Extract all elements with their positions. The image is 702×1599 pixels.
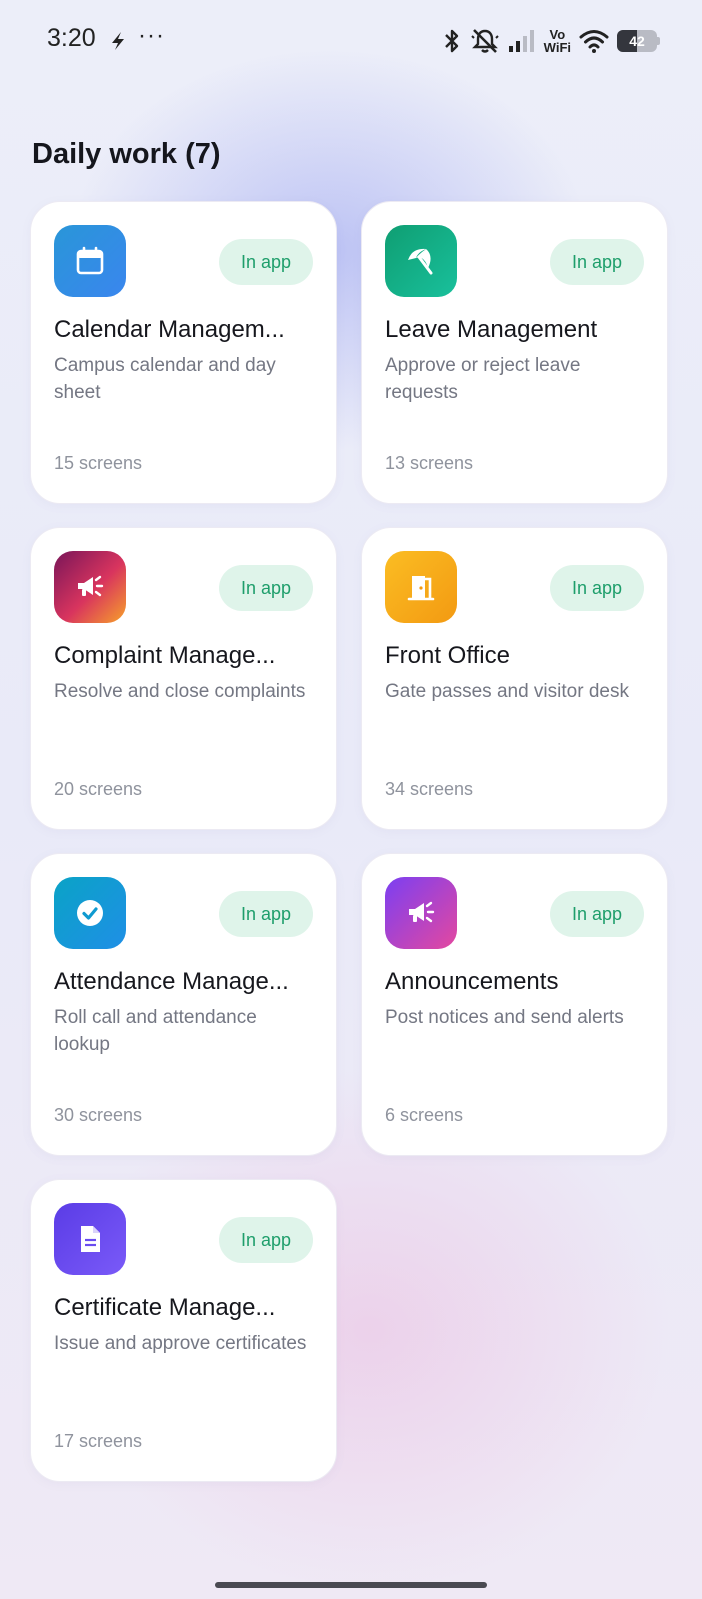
status-bar: 3:20 ··· Vo WiFi 42 — [0, 0, 702, 84]
in-app-badge: In app — [219, 891, 313, 937]
status-icons: Vo WiFi 42 — [442, 24, 660, 58]
card-description: Approve or reject leave requests — [385, 355, 581, 403]
card-description: Resolve and close complaints — [54, 681, 306, 702]
card-title: Calendar Managem... — [54, 316, 285, 343]
more-icon: ··· — [138, 22, 165, 49]
megaphone-icon — [54, 551, 126, 623]
battery-body: 42 — [617, 30, 657, 52]
card-screen-count: 17 screens — [54, 1431, 143, 1451]
battery-nub — [657, 37, 660, 45]
card-screen-count: 34 screens — [385, 779, 474, 799]
signal-icon — [508, 30, 534, 52]
card-complaint-management[interactable]: In app Complaint Manage... Resolve and c… — [30, 527, 337, 830]
beach-umbrella-icon — [385, 225, 457, 297]
calendar-icon — [54, 225, 126, 297]
card-description: Post notices and send alerts — [385, 1007, 624, 1028]
status-time: 3:20 — [47, 24, 96, 52]
vowifi-bottom-label: WiFi — [543, 40, 571, 55]
in-app-badge: In app — [550, 565, 644, 611]
in-app-badge: In app — [219, 239, 313, 285]
document-icon — [54, 1203, 126, 1275]
card-screen-count: 13 screens — [385, 453, 474, 473]
card-announcements[interactable]: In app Announcements Post notices and se… — [361, 853, 668, 1156]
bell-muted-icon — [470, 29, 499, 53]
card-calendar-management[interactable]: In app Calendar Managem... Campus calend… — [30, 201, 337, 504]
section-title: Daily work (7) — [32, 138, 221, 170]
card-screen-count: 6 screens — [385, 1105, 464, 1125]
card-description: Roll call and attendance lookup — [54, 1007, 257, 1055]
card-title: Attendance Manage... — [54, 968, 289, 995]
megaphone-icon — [385, 877, 457, 949]
check-circle-icon — [54, 877, 126, 949]
card-title: Front Office — [385, 642, 510, 669]
battery-icon: 42 — [617, 30, 660, 52]
card-description: Issue and approve certificates — [54, 1333, 307, 1354]
vowifi-icon: Vo WiFi — [544, 28, 571, 54]
card-title: Certificate Manage... — [54, 1294, 276, 1321]
card-screen-count: 20 screens — [54, 779, 143, 799]
lightning-icon — [112, 32, 124, 50]
card-description: Campus calendar and day sheet — [54, 355, 276, 403]
card-certificate-management[interactable]: In app Certificate Manage... Issue and a… — [30, 1179, 337, 1482]
card-description: Gate passes and visitor desk — [385, 681, 629, 702]
card-title: Complaint Manage... — [54, 642, 276, 669]
wifi-icon — [579, 30, 609, 53]
in-app-badge: In app — [219, 1217, 313, 1263]
in-app-badge: In app — [550, 239, 644, 285]
card-title: Announcements — [385, 968, 559, 995]
in-app-badge: In app — [550, 891, 644, 937]
card-screen-count: 15 screens — [54, 453, 143, 473]
battery-percent: 42 — [629, 33, 645, 49]
bluetooth-icon — [444, 29, 458, 53]
home-indicator[interactable] — [215, 1582, 487, 1588]
card-front-office[interactable]: In app Front Office Gate passes and visi… — [361, 527, 668, 830]
card-screen-count: 30 screens — [54, 1105, 143, 1125]
door-icon — [385, 551, 457, 623]
card-attendance-management[interactable]: In app Attendance Manage... Roll call an… — [30, 853, 337, 1156]
in-app-badge: In app — [219, 565, 313, 611]
card-leave-management[interactable]: In app Leave Management Approve or rejec… — [361, 201, 668, 504]
card-title: Leave Management — [385, 316, 598, 343]
